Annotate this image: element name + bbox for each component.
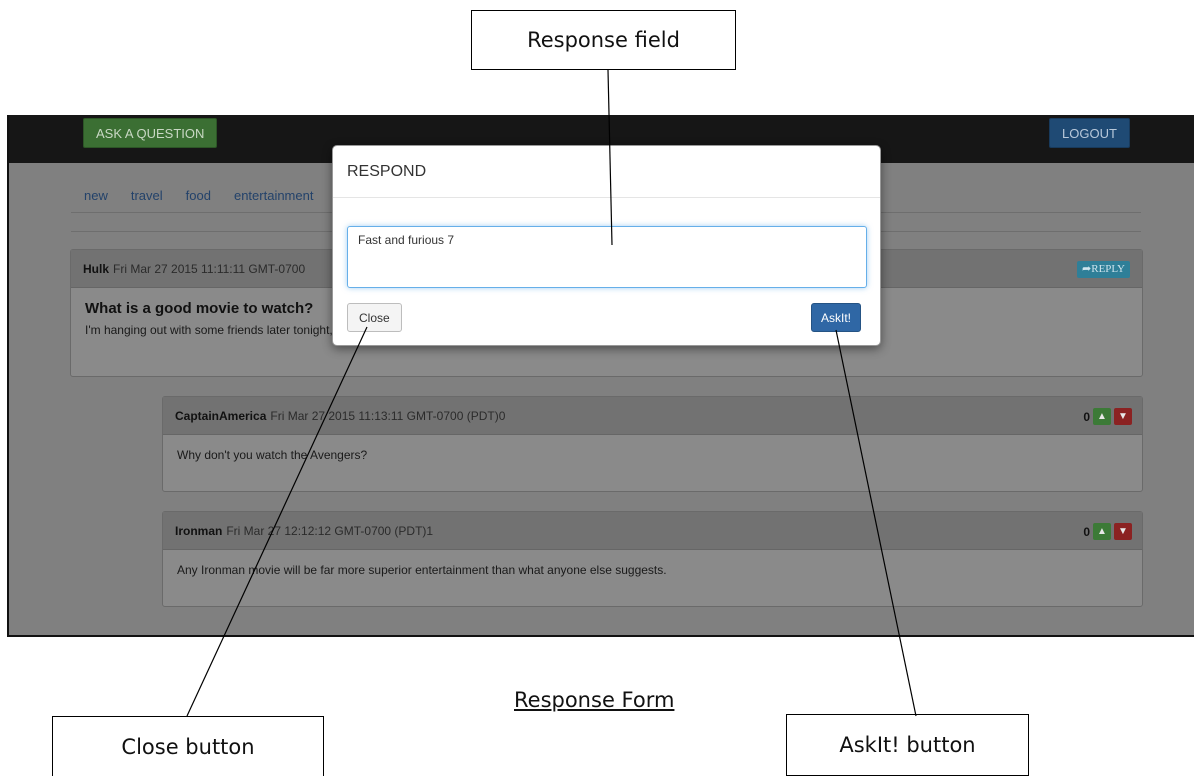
answer-timestamp: Fri Mar 27 12:12:12 GMT-0700 (PDT)1 (226, 523, 434, 538)
downvote-chevron-icon[interactable]: ▼ (1114, 408, 1132, 425)
annotated-figure: Response field ASK A QUESTION LOGOUT new… (0, 0, 1194, 776)
answer-body: Why don't you watch the Avengers? (177, 448, 368, 462)
modal-title: RESPOND (333, 146, 880, 198)
downvote-chevron-icon[interactable]: ▼ (1114, 523, 1132, 540)
close-button[interactable]: Close (347, 303, 402, 332)
reply-arrow-icon: ➦ (1082, 263, 1092, 275)
answer-panel: Ironman Fri Mar 27 12:12:12 GMT-0700 (PD… (162, 511, 1143, 607)
upvote-chevron-icon[interactable]: ▲ (1093, 408, 1111, 425)
callout-askit-button: AskIt! button (786, 714, 1029, 776)
figure-caption: Response Form (514, 688, 675, 712)
app-screenshot: ASK A QUESTION LOGOUT new travel food en… (7, 115, 1194, 637)
question-timestamp: Fri Mar 27 2015 11:11:11 GMT-0700 (113, 261, 306, 276)
callout-response-field: Response field (471, 10, 736, 70)
vote-controls: 0 ▲ ▼ (1083, 523, 1132, 540)
vote-count: 0 (1083, 409, 1090, 424)
vote-count: 0 (1083, 524, 1090, 539)
category-food[interactable]: food (186, 188, 211, 203)
answer-header: Ironman Fri Mar 27 12:12:12 GMT-0700 (PD… (163, 512, 1142, 550)
respond-modal: RESPOND Close AskIt! (332, 145, 881, 346)
answer-author: Ironman (175, 523, 223, 538)
reply-button[interactable]: ➦REPLY (1077, 261, 1130, 278)
category-nav: new travel food entertainment (84, 188, 336, 203)
callout-askit-button-label: AskIt! button (839, 733, 976, 757)
callout-close-button: Close button (52, 716, 324, 776)
question-author: Hulk (83, 261, 110, 276)
category-entertainment[interactable]: entertainment (234, 188, 314, 203)
callout-response-field-label: Response field (527, 28, 680, 52)
answer-timestamp: Fri Mar 27 2015 11:13:11 GMT-0700 (PDT)0 (270, 408, 506, 423)
category-new[interactable]: new (84, 188, 108, 203)
logout-button[interactable]: LOGOUT (1049, 118, 1130, 148)
answer-body: Any Ironman movie will be far more super… (177, 563, 667, 577)
upvote-chevron-icon[interactable]: ▲ (1093, 523, 1111, 540)
answer-panel: CaptainAmerica Fri Mar 27 2015 11:13:11 … (162, 396, 1143, 492)
ask-question-button[interactable]: ASK A QUESTION (83, 118, 218, 148)
reply-label: REPLY (1091, 263, 1125, 275)
category-travel[interactable]: travel (131, 188, 163, 203)
vote-controls: 0 ▲ ▼ (1083, 408, 1132, 425)
answer-header: CaptainAmerica Fri Mar 27 2015 11:13:11 … (163, 397, 1142, 435)
response-field[interactable] (347, 226, 867, 288)
askit-button[interactable]: AskIt! (811, 303, 862, 332)
callout-close-button-label: Close button (121, 735, 255, 759)
answer-author: CaptainAmerica (175, 408, 267, 423)
